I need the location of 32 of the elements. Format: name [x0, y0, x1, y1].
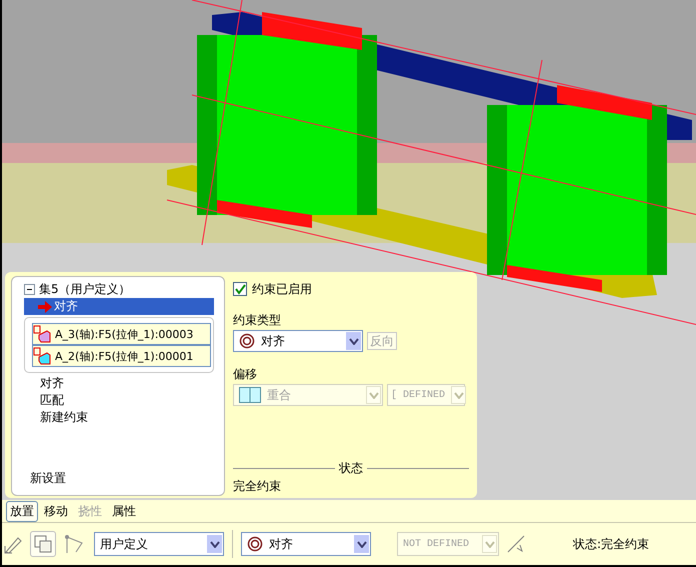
- tab[interactable]: 放置: [6, 500, 38, 522]
- set-type-dropdown[interactable]: 用户定义: [94, 532, 224, 556]
- constraint-item[interactable]: 对齐: [24, 298, 214, 315]
- tab[interactable]: 移动: [40, 500, 72, 522]
- part-icon: [33, 347, 51, 365]
- constraint-item[interactable]: 匹配: [14, 392, 222, 409]
- constraint-item[interactable]: 对齐: [14, 375, 222, 392]
- constraint-dropdown[interactable]: 对齐: [241, 532, 371, 556]
- new-set-item[interactable]: 新设置: [14, 470, 222, 488]
- part-icon: [33, 325, 51, 343]
- component-window-button[interactable]: [30, 531, 56, 557]
- flip-arrow-icon[interactable]: [507, 535, 525, 553]
- checkbox-label: 约束已启用: [252, 280, 312, 298]
- arrow-icon: [38, 300, 52, 312]
- set-label[interactable]: 集5（用户定义）: [39, 280, 131, 298]
- reference-text: A_2(轴):F5(拉伸_1):00001: [55, 348, 194, 364]
- status-heading: 状态: [339, 460, 363, 476]
- reference-item[interactable]: A_3(轴):F5(拉伸_1):00003: [32, 323, 211, 345]
- constraint-enabled-checkbox[interactable]: [233, 282, 247, 296]
- status-text: 状态:完全约束: [573, 536, 650, 552]
- status-text: 完全约束: [233, 478, 282, 495]
- offset-label: 偏移: [233, 366, 258, 382]
- align-icon: [239, 333, 255, 349]
- constraint-type-dropdown[interactable]: 对齐: [233, 330, 363, 352]
- coincident-icon: [239, 387, 261, 403]
- tab[interactable]: 属性: [108, 500, 140, 522]
- constraint-item[interactable]: 新建约束: [14, 409, 222, 426]
- reference-text: A_3(轴):F5(拉伸_1):00003: [55, 326, 194, 342]
- constraint-type-label: 约束类型: [233, 312, 282, 328]
- align-icon: [247, 536, 263, 552]
- collapse-icon[interactable]: [24, 284, 35, 294]
- reference-item[interactable]: A_2(轴):F5(拉伸_1):00001: [32, 345, 211, 367]
